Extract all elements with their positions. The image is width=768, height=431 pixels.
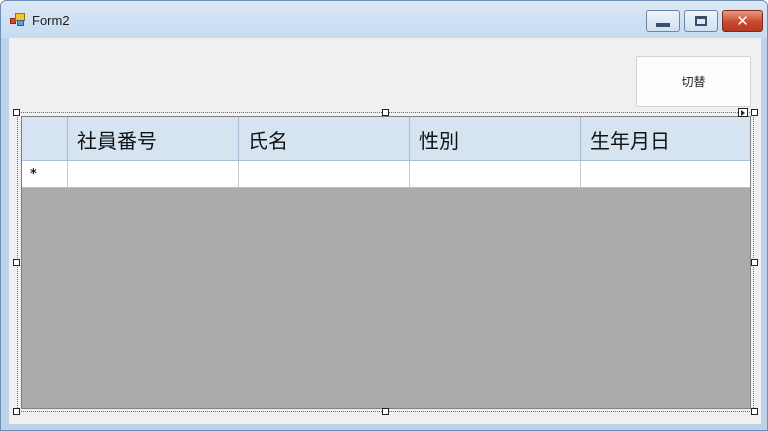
grid-top-left-header[interactable]	[22, 117, 68, 161]
title-bar[interactable]: Form2 ✕	[1, 1, 767, 38]
grid-new-row: *	[22, 161, 750, 188]
maximize-button[interactable]	[684, 10, 718, 32]
close-icon: ✕	[736, 11, 749, 30]
window-title: Form2	[32, 13, 70, 28]
cell-gender[interactable]	[410, 161, 581, 187]
cell-birthdate[interactable]	[581, 161, 750, 187]
smart-tag-arrow-icon	[741, 109, 745, 116]
cell-employee-number[interactable]	[68, 161, 239, 187]
resize-handle-top-right[interactable]	[751, 109, 758, 116]
resize-handle-right[interactable]	[751, 259, 758, 266]
column-header-name[interactable]: 氏名	[239, 117, 410, 161]
windows-form-icon	[10, 13, 26, 27]
resize-handle-bottom-right[interactable]	[751, 408, 758, 415]
maximize-icon	[695, 16, 707, 26]
minimize-icon	[656, 23, 670, 27]
smart-tag-button[interactable]	[738, 108, 748, 117]
new-row-marker[interactable]: *	[22, 161, 68, 187]
data-grid-view[interactable]: 社員番号 氏名 性別 生年月日 *	[21, 116, 751, 409]
column-header-birthdate[interactable]: 生年月日	[581, 117, 750, 161]
column-header-gender[interactable]: 性別	[410, 117, 581, 161]
resize-handle-top[interactable]	[382, 109, 389, 116]
resize-handle-bottom-left[interactable]	[13, 408, 20, 415]
column-header-employee-number[interactable]: 社員番号	[68, 117, 239, 161]
switch-button[interactable]: 切替	[636, 56, 751, 107]
cell-name[interactable]	[239, 161, 410, 187]
minimize-button[interactable]	[646, 10, 680, 32]
resize-handle-left[interactable]	[13, 259, 20, 266]
grid-column-header-row: 社員番号 氏名 性別 生年月日	[22, 117, 750, 161]
resize-handle-bottom[interactable]	[382, 408, 389, 415]
resize-handle-top-left[interactable]	[13, 109, 20, 116]
close-button[interactable]: ✕	[722, 10, 763, 32]
